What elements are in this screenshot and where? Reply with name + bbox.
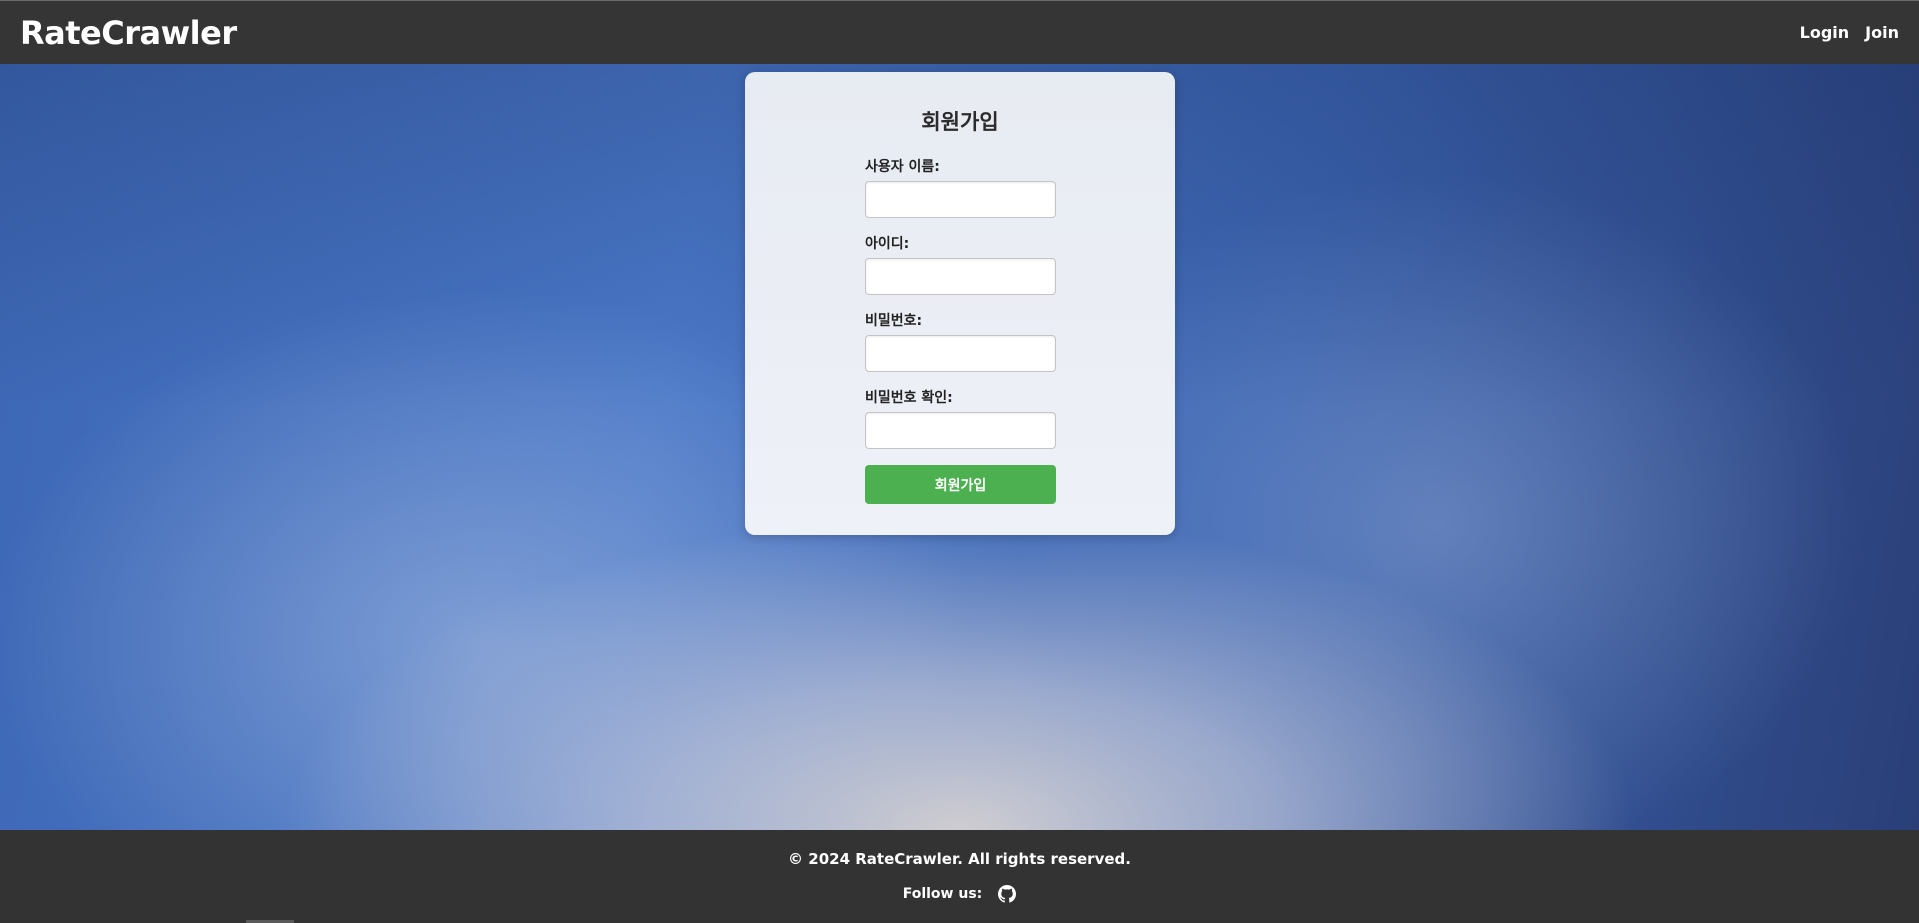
top-navbar: RateCrawler Login Join <box>0 0 1919 64</box>
join-link[interactable]: Join <box>1865 23 1899 42</box>
page-footer: © 2024 RateCrawler. All rights reserved.… <box>0 830 1919 923</box>
signup-submit-button[interactable]: 회원가입 <box>865 465 1056 504</box>
login-link[interactable]: Login <box>1800 23 1850 42</box>
follow-label: Follow us: <box>902 886 983 902</box>
github-icon[interactable] <box>998 885 1017 903</box>
header-nav: Login Join <box>1800 23 1899 42</box>
password-input[interactable] <box>865 335 1056 372</box>
id-label: 아이디: <box>865 236 910 252</box>
copyright-text: © 2024 RateCrawler. All rights reserved. <box>788 850 1131 868</box>
brand-logo[interactable]: RateCrawler <box>20 14 237 52</box>
signup-card: 회원가입 사용자 이름: 아이디: 비밀번호: 비밀번호 확인: 회원가입 <box>745 72 1175 535</box>
username-label: 사용자 이름: <box>865 159 940 175</box>
username-input[interactable] <box>865 181 1056 218</box>
password-confirm-label: 비밀번호 확인: <box>865 390 953 406</box>
signup-title: 회원가입 <box>921 110 999 134</box>
password-confirm-input[interactable] <box>865 412 1056 449</box>
id-input[interactable] <box>865 258 1056 295</box>
follow-us: Follow us: <box>0 885 1919 903</box>
password-label: 비밀번호: <box>865 313 923 329</box>
